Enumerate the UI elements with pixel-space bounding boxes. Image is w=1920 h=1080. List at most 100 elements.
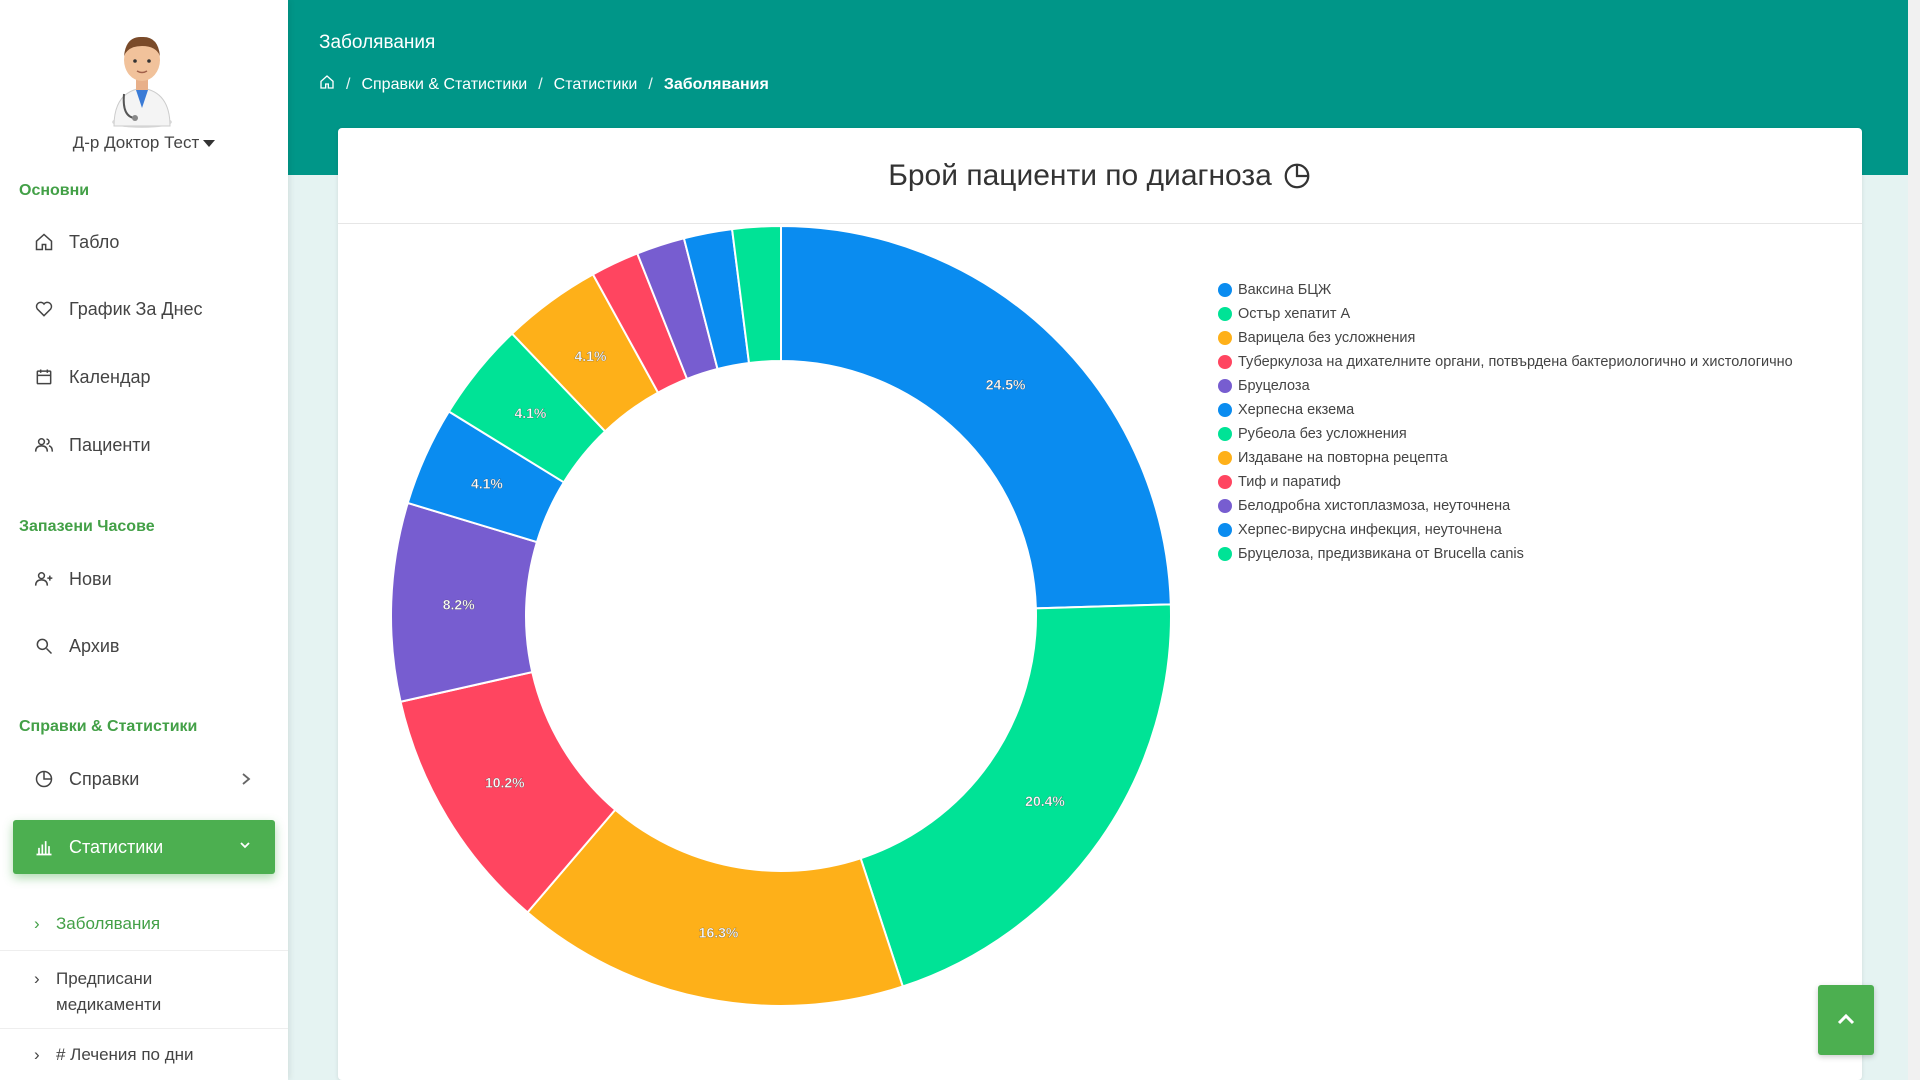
data-label: 8.2% [443, 596, 475, 612]
subnav-treatments[interactable]: › # Лечения по дни [0, 1045, 288, 1065]
legend-marker [1218, 451, 1232, 465]
chevron-up-icon [1837, 1013, 1855, 1025]
data-label: 4.1% [471, 476, 503, 492]
legend-item[interactable]: Варицела без усложнения [1218, 326, 1793, 350]
user-name: Д-р Доктор Тест [72, 133, 200, 152]
legend-label: Тиф и паратиф [1238, 474, 1341, 490]
nav-statistics[interactable]: Статистики [13, 820, 275, 874]
legend-marker [1218, 427, 1232, 441]
subnav-medications[interactable]: › Предписани медикаменти [0, 966, 288, 1018]
pie-chart-icon [33, 768, 55, 790]
legend-label: Туберкулоза на дихателните органи, потвъ… [1238, 354, 1793, 370]
legend-item[interactable]: Остър хепатит A [1218, 302, 1793, 326]
breadcrumb: / Справки & Статистики / Статистики / За… [319, 74, 769, 95]
subnav-medications-label-1: Предписани [56, 969, 153, 988]
legend-marker [1218, 379, 1232, 393]
chevron-right-icon: › [34, 914, 40, 933]
nav-archive-label: Архив [69, 635, 120, 656]
breadcrumb-current: Заболявания [663, 75, 769, 93]
legend-marker [1218, 307, 1232, 321]
nav-patients[interactable]: Пациенти [19, 423, 275, 467]
legend-marker [1218, 403, 1232, 417]
legend-item[interactable]: Бруцелоза [1218, 374, 1793, 398]
divider [0, 950, 288, 951]
legend-label: Остър хепатит A [1238, 306, 1351, 322]
donut-chart: 24.5% 20.4% 16.3% 10.2% 8.2% 4.1% 4.1% 4.1% [390, 224, 1172, 1007]
nav-statistics-label: Статистики [69, 836, 164, 857]
nav-today[interactable]: График За Днес [19, 287, 275, 331]
legend-item[interactable]: Туберкулоза на дихателните органи, потвъ… [1218, 350, 1793, 374]
calendar-icon [33, 366, 55, 388]
donut-slice[interactable] [859, 603, 1172, 988]
card-title: Брой пациенти по диагноза [888, 158, 1272, 192]
card-header: Брой пациенти по диагноза [338, 128, 1862, 224]
doctor-avatar [112, 36, 172, 128]
legend-marker [1218, 475, 1232, 489]
breadcrumb-reports[interactable]: Справки & Статистики [361, 76, 527, 94]
user-menu[interactable]: Д-р Доктор Тест [0, 133, 288, 153]
legend-marker [1218, 331, 1232, 345]
chart-legend: Ваксина БЦЖ Остър хепатит A Варицела без у… [1218, 278, 1793, 566]
heart-icon [33, 298, 55, 320]
section-reports: Справки & Статистики [19, 718, 198, 735]
data-label: 16.3% [699, 924, 739, 940]
users-icon [33, 434, 55, 456]
legend-marker [1218, 523, 1232, 537]
legend-item[interactable]: Издаване на повторна рецепта [1218, 446, 1793, 470]
user-plus-icon [33, 568, 55, 590]
nav-calendar-label: Календар [69, 366, 151, 387]
section-main: Основни [19, 182, 90, 199]
scroll-to-top-button[interactable] [1818, 985, 1874, 1055]
legend-item[interactable]: Рубеола без усложнения [1218, 422, 1793, 446]
nav-dashboard-label: Табло [69, 231, 120, 252]
breadcrumb-statistics[interactable]: Статистики [554, 76, 638, 94]
legend-marker [1218, 499, 1232, 513]
data-label: 10.2% [485, 774, 525, 790]
bar-chart-icon [33, 836, 55, 858]
legend-label: Издаване на повторна рецепта [1238, 450, 1448, 466]
subnav-medications-label-2: медикаменти [56, 995, 162, 1014]
nav-references-label: Справки [69, 768, 140, 789]
data-label: 4.1% [574, 348, 606, 364]
nav-new-label: Нови [69, 568, 112, 589]
legend-marker [1218, 283, 1232, 297]
nav-calendar[interactable]: Календар [19, 355, 275, 399]
chevron-right-icon [239, 769, 253, 794]
subnav-diseases[interactable]: › Заболявания [0, 914, 288, 934]
legend-marker [1218, 547, 1232, 561]
caret-down-icon [203, 140, 216, 148]
legend-label: Бруцелоза, предизвикана от Brucella cani… [1238, 546, 1524, 562]
donut-slice[interactable] [780, 224, 1172, 610]
section-appointments: Запазени Часове [19, 518, 155, 535]
nav-dashboard[interactable]: Табло [19, 220, 275, 264]
data-label: 4.1% [514, 405, 546, 421]
nav-today-label: График За Днес [69, 298, 203, 319]
home-icon [33, 231, 55, 253]
home-icon[interactable] [319, 74, 335, 95]
legend-label: Белодробна хистоплазмоза, неуточнена [1238, 498, 1511, 514]
chevron-right-icon: › [34, 969, 40, 988]
divider [0, 1028, 288, 1029]
nav-archive[interactable]: Архив [19, 624, 275, 668]
legend-item[interactable]: Бруцелоза, предизвикана от Brucella cani… [1218, 542, 1793, 566]
data-label: 20.4% [1025, 793, 1065, 809]
legend-label: Херпесна екзема [1238, 402, 1355, 418]
legend-item[interactable]: Херпес-вирусна инфекция, неуточнена [1218, 518, 1793, 542]
chevron-down-icon [237, 837, 253, 858]
chart-card: Брой пациенти по диагноза 24.5% 20.4% 16.3… [338, 128, 1862, 1080]
legend-item[interactable]: Ваксина БЦЖ [1218, 278, 1793, 302]
legend-item[interactable]: Тиф и паратиф [1218, 470, 1793, 494]
legend-label: Ваксина БЦЖ [1238, 282, 1332, 298]
pie-chart-icon [1284, 163, 1310, 188]
breadcrumb-separator: / [648, 75, 653, 93]
chevron-right-icon: › [34, 1045, 40, 1064]
page-title: Заболявания [319, 32, 436, 53]
legend-label: Херпес-вирусна инфекция, неуточнена [1238, 522, 1502, 538]
legend-item[interactable]: Белодробна хистоплазмоза, неуточнена [1218, 494, 1793, 518]
legend-label: Рубеола без усложнения [1238, 426, 1407, 442]
legend-item[interactable]: Херпесна екзема [1218, 398, 1793, 422]
breadcrumb-separator: / [346, 75, 351, 93]
nav-references[interactable]: Справки [19, 757, 275, 801]
nav-patients-label: Пациенти [69, 434, 151, 455]
nav-new[interactable]: Нови [19, 557, 275, 601]
